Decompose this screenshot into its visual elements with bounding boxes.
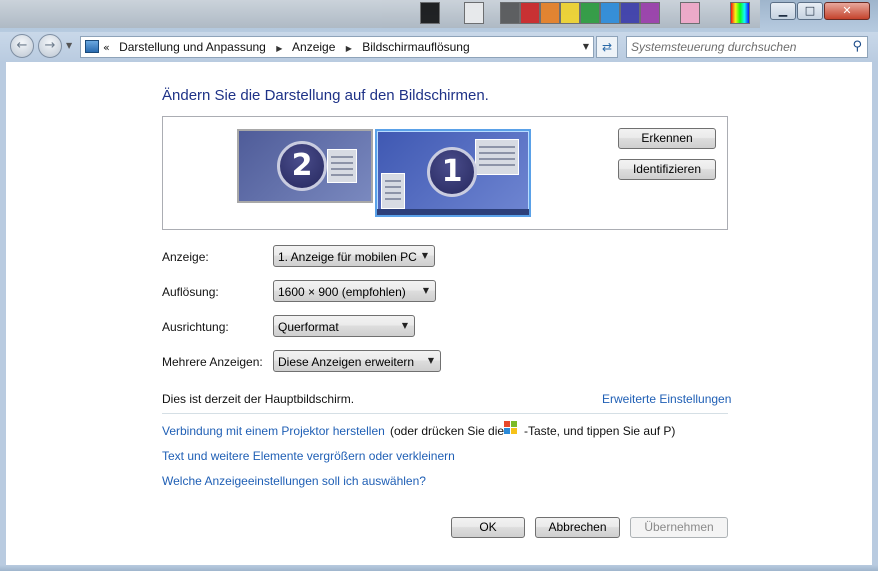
window-thumbnail [381, 173, 405, 209]
multiple-displays-label: Mehrere Anzeigen: [162, 355, 263, 369]
projector-hint-text-suffix: -Taste, und tippen Sie auf P) [524, 424, 676, 438]
color-swatch [680, 2, 700, 24]
monitor-arrangement-panel: 2 1 Erkennen Identifizieren [162, 116, 728, 230]
address-dropdown-icon[interactable]: ▼ [583, 42, 589, 51]
color-swatch [500, 2, 520, 24]
search-box[interactable]: ⚲ [626, 36, 868, 58]
chevron-down-icon: ▼ [422, 286, 429, 295]
title-bar: ▁ □ ✕ [0, 0, 878, 32]
chevron-down-icon: ▼ [427, 356, 434, 365]
refresh-button[interactable]: ⇄ [596, 36, 618, 58]
multiple-displays-select-value: Diese Anzeigen erweitern [278, 355, 415, 369]
display-label: Anzeige: [162, 250, 209, 264]
resolution-select[interactable]: 1600 × 900 (empfohlen) ▼ [273, 280, 436, 302]
refresh-icon: ⇄ [601, 40, 613, 54]
color-swatch [464, 2, 484, 24]
display-select[interactable]: 1. Anzeige für mobilen PC ▼ [273, 245, 435, 267]
search-input[interactable] [631, 40, 841, 54]
projector-link[interactable]: Verbindung mit einem Projektor herstelle… [162, 424, 385, 438]
window-border-right [872, 62, 878, 565]
color-swatch [520, 2, 540, 24]
main-content: Ändern Sie die Darstellung auf den Bilds… [6, 62, 872, 565]
maximize-button[interactable]: □ [797, 2, 823, 20]
projector-hint-text: (oder drücken Sie die [390, 424, 505, 438]
resolution-select-value: 1600 × 900 (empfohlen) [278, 285, 406, 299]
breadcrumb-separator-icon[interactable]: ▶ [346, 44, 352, 53]
identify-button[interactable]: Identifizieren [618, 159, 716, 180]
breadcrumb-overflow-icon[interactable]: « [103, 41, 110, 54]
monitor-2[interactable]: 2 [237, 129, 373, 203]
color-swatch [600, 2, 620, 24]
taskbar-thumbnail [377, 209, 529, 215]
detect-button[interactable]: Erkennen [618, 128, 716, 149]
navigation-bar: ← → ▼ « Darstellung und Anpassung ▶ Anze… [0, 32, 878, 62]
color-palette-icon [730, 2, 750, 24]
orientation-select-value: Querformat [278, 320, 339, 334]
advanced-settings-link[interactable]: Erweiterte Einstellungen [602, 392, 731, 406]
breadcrumb-separator-icon[interactable]: ▶ [276, 44, 282, 53]
address-bar[interactable]: « Darstellung und Anpassung ▶ Anzeige ▶ … [80, 36, 594, 58]
window-thumbnail [327, 149, 357, 183]
window-thumbnail [475, 139, 519, 175]
chevron-down-icon: ▼ [401, 321, 408, 330]
color-swatch [620, 2, 640, 24]
apply-button[interactable]: Übernehmen [630, 517, 728, 538]
help-link[interactable]: Welche Anzeigeeinstellungen soll ich aus… [162, 474, 426, 488]
primary-display-status: Dies ist derzeit der Hauptbildschirm. [162, 392, 355, 406]
multiple-displays-select[interactable]: Diese Anzeigen erweitern ▼ [273, 350, 441, 372]
monitor-number-badge: 1 [427, 147, 477, 197]
cancel-button[interactable]: Abbrechen [535, 517, 620, 538]
control-panel-icon [85, 40, 99, 53]
window-border-bottom [0, 565, 878, 571]
orientation-label: Ausrichtung: [162, 320, 229, 334]
ok-button[interactable]: OK [451, 517, 525, 538]
chevron-down-icon: ▼ [421, 251, 428, 260]
forward-arrow-icon: → [44, 38, 56, 53]
search-icon[interactable]: ⚲ [852, 39, 862, 54]
close-button[interactable]: ✕ [824, 2, 870, 20]
background-toolbar-strip [0, 0, 760, 28]
resolution-label: Auflösung: [162, 285, 219, 299]
color-swatch [560, 2, 580, 24]
forward-button[interactable]: → [38, 34, 62, 58]
monitor-number-badge: 2 [277, 141, 327, 191]
minimize-button[interactable]: ▁ [770, 2, 796, 20]
breadcrumb-item-anzeige[interactable]: Anzeige [292, 40, 335, 54]
monitor-1[interactable]: 1 [375, 129, 531, 217]
back-arrow-icon: ← [16, 38, 28, 53]
color-swatch [540, 2, 560, 24]
breadcrumb-item-darstellung[interactable]: Darstellung und Anpassung [119, 40, 266, 54]
dialog-footer: OK Abbrechen Übernehmen [6, 502, 872, 565]
color-swatch [580, 2, 600, 24]
back-button[interactable]: ← [10, 34, 34, 58]
display-select-value: 1. Anzeige für mobilen PC [278, 250, 417, 264]
color-swatch [420, 2, 440, 24]
recent-pages-dropdown[interactable]: ▼ [66, 41, 72, 50]
breadcrumb-item-bildschirmaufloesung[interactable]: Bildschirmauflösung [362, 40, 469, 54]
color-swatch [640, 2, 660, 24]
orientation-select[interactable]: Querformat ▼ [273, 315, 415, 337]
divider [162, 413, 728, 414]
breadcrumb: « Darstellung und Anpassung ▶ Anzeige ▶ … [103, 40, 470, 54]
windows-key-icon [504, 421, 518, 435]
page-title: Ändern Sie die Darstellung auf den Bilds… [162, 87, 489, 104]
text-size-link[interactable]: Text und weitere Elemente vergrößern ode… [162, 449, 455, 463]
